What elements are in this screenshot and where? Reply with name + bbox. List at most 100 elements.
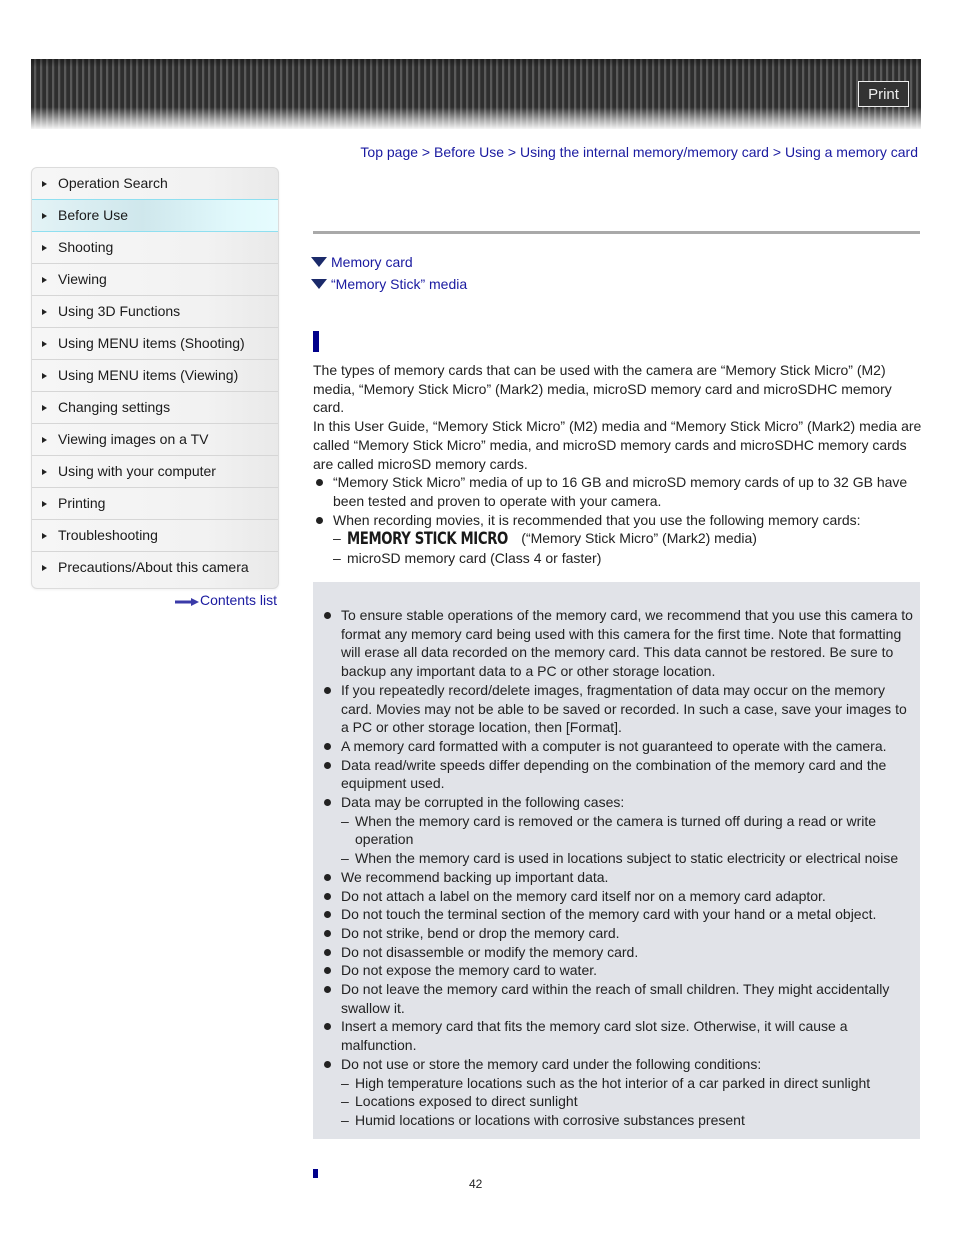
sidebar-item-shooting[interactable]: Shooting [32,232,278,264]
header-banner: Print [31,59,921,129]
list-item: Data read/write speeds differ depending … [321,756,916,793]
recommended-cards-list: MEMORY STICK MICRO (“Memory Stick Micro” … [333,529,923,567]
sidebar-item-operation-search[interactable]: Operation Search [32,168,278,200]
guide-naming-paragraph: In this User Guide, “Memory Stick Micro”… [313,418,922,472]
anchor-label: “Memory Stick” media [331,276,468,292]
arrow-right-icon [42,373,47,379]
breadcrumb-internal-memory[interactable]: Using the internal memory/memory card [520,144,769,160]
breadcrumb-separator: > [768,144,785,160]
memory-card-section: The types of memory cards that can be us… [313,361,923,568]
memory-card-bullets: “Memory Stick Micro” media of up to 16 G… [313,473,923,568]
page-number: 42 [469,1177,483,1191]
sidebar-item-using-with-computer[interactable]: Using with your computer [32,456,278,488]
list-item: Do not expose the memory card to water. [321,961,916,980]
sidebar-item-changing-settings[interactable]: Changing settings [32,392,278,424]
list-item: We recommend backing up important data. [321,868,916,887]
list-item: Do not leave the memory card within the … [321,980,916,1017]
anchor-link-memory-stick[interactable]: “Memory Stick” media [311,276,467,292]
list-item: microSD memory card (Class 4 or faster) [333,549,923,568]
sidebar-item-menu-viewing[interactable]: Using MENU items (Viewing) [32,360,278,392]
list-item: Locations exposed to direct sunlight [341,1092,916,1111]
sidebar-item-label: Troubleshooting [58,527,158,543]
sidebar-item-label: Viewing images on a TV [58,431,209,447]
sidebar-item-printing[interactable]: Printing [32,488,278,520]
arrow-right-icon [42,565,47,571]
arrow-right-icon [42,341,47,347]
sidebar-item-label: Using with your computer [58,463,216,479]
notes-box: To ensure stable operations of the memor… [313,582,920,1139]
contents-list-label: Contents list [199,592,277,608]
sidebar-item-label: Using 3D Functions [58,303,181,319]
arrow-right-icon [42,309,47,315]
sidebar-item-label: Changing settings [58,399,171,415]
list-item: Data may be corrupted in the following c… [321,793,916,868]
sidebar-item-using-3d-functions[interactable]: Using 3D Functions [32,296,278,328]
print-button[interactable]: Print [858,81,909,107]
arrow-right-icon [42,181,47,187]
arrow-right-icon [175,598,199,606]
list-item: Do not use or store the memory card unde… [321,1055,916,1130]
breadcrumb-separator: > [418,144,434,160]
breadcrumb-separator: > [504,144,520,160]
sidebar-item-label: Shooting [58,239,114,255]
list-item: If you repeatedly record/delete images, … [321,681,916,737]
list-item: A memory card formatted with a computer … [321,737,916,756]
breadcrumb-before-use[interactable]: Before Use [434,144,504,160]
arrow-right-icon [42,533,47,539]
anchor-label: Memory card [331,254,413,270]
sidebar-nav: Operation Search Before Use Shooting Vie… [31,167,279,589]
triangle-down-icon [311,257,327,267]
storage-conditions-list: High temperature locations such as the h… [341,1074,916,1130]
title-divider [313,231,920,234]
intro-paragraph: The types of memory cards that can be us… [313,362,892,416]
list-item: Do not strike, bend or drop the memory c… [321,924,916,943]
list-item: Insert a memory card that fits the memor… [321,1017,916,1054]
list-item-text: When recording movies, it is recommended… [333,511,861,528]
list-item: Do not disassemble or modify the memory … [321,943,916,962]
section-heading-marker [313,1169,318,1178]
list-item: To ensure stable operations of the memor… [321,606,916,681]
corruption-cases-list: When the memory card is removed or the c… [341,812,916,868]
sidebar-item-menu-shooting[interactable]: Using MENU items (Shooting) [32,328,278,360]
sidebar-item-label: Before Use [58,207,129,223]
list-item-text: Do not use or store the memory card unde… [341,1055,762,1072]
sidebar-item-label: Using MENU items (Viewing) [58,367,239,383]
sidebar-item-viewing[interactable]: Viewing [32,264,278,296]
triangle-down-icon [311,279,327,289]
arrow-right-icon [42,277,47,283]
list-item: When recording movies, it is recommended… [313,511,923,568]
list-item: When the memory card is used in location… [341,849,916,868]
sidebar-item-troubleshooting[interactable]: Troubleshooting [32,520,278,552]
sidebar-item-before-use[interactable]: Before Use [32,199,278,232]
anchor-link-memory-card[interactable]: Memory card [311,254,413,270]
list-item: Do not touch the terminal section of the… [321,905,916,924]
breadcrumb: Top page > Before Use > Using the intern… [360,144,918,160]
breadcrumb-top-page[interactable]: Top page [360,144,418,160]
sidebar-item-viewing-on-tv[interactable]: Viewing images on a TV [32,424,278,456]
sidebar-item-precautions[interactable]: Precautions/About this camera [32,552,278,588]
arrow-right-icon [42,469,47,475]
list-item: High temperature locations such as the h… [341,1074,916,1093]
sidebar-item-label: Using MENU items (Shooting) [58,335,245,351]
arrow-right-icon [42,437,47,443]
sidebar-item-label: Viewing [58,271,107,287]
list-item: Do not attach a label on the memory card… [321,887,916,906]
sidebar-item-label: Operation Search [58,175,168,191]
list-item: “Memory Stick Micro” media of up to 16 G… [313,473,923,510]
arrow-right-icon [42,405,47,411]
notes-content: To ensure stable operations of the memor… [321,606,916,1130]
section-heading-marker [313,331,319,352]
list-item: MEMORY STICK MICRO (“Memory Stick Micro” … [333,529,923,549]
memory-stick-micro-logo: MEMORY STICK MICRO [347,529,508,550]
notes-list: To ensure stable operations of the memor… [321,606,916,1130]
sidebar-item-label: Precautions/About this camera [58,559,249,575]
sidebar-item-label: Printing [58,495,106,511]
arrow-right-icon [42,213,47,219]
arrow-right-icon [42,501,47,507]
contents-list-link[interactable]: Contents list [175,592,277,610]
logo-suffix: (“Memory Stick Micro” (Mark2) media) [521,530,757,547]
list-item-text: Data may be corrupted in the following c… [341,794,625,811]
breadcrumb-using-memory-card[interactable]: Using a memory card [785,144,918,160]
list-item: Humid locations or locations with corros… [341,1111,916,1130]
arrow-right-icon [42,245,47,251]
